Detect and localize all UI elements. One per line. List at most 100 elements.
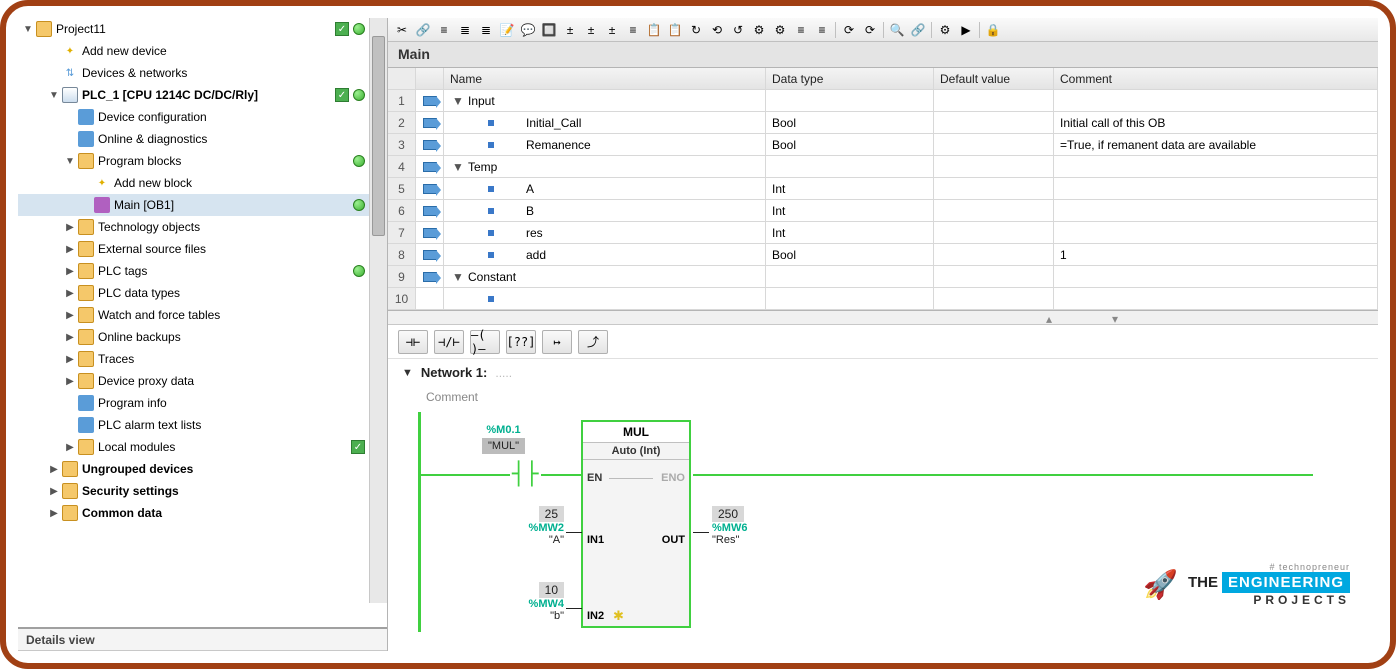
tree-item[interactable]: ▶Online backups	[18, 326, 387, 348]
project-tree-panel: ▼Project11✓ ✦Add new device⇅Devices & ne…	[18, 18, 388, 651]
ladder-tool-button[interactable]: ⊣⊢	[398, 330, 428, 354]
toolbar-button[interactable]: ↺	[728, 21, 748, 39]
tree-item[interactable]: PLC alarm text lists	[18, 414, 387, 436]
toolbar-button[interactable]: 🔲	[539, 21, 559, 39]
port-eno: ENO	[661, 472, 685, 484]
tag-icon	[423, 250, 437, 260]
toolbar-button[interactable]: ≡	[812, 21, 832, 39]
tree-item[interactable]: ▶PLC tags	[18, 260, 387, 282]
editor-panel: ✂🔗≡≣≣📝💬🔲±±±≡📋📋↻⟲↺⚙⚙≡≡⟳⟳🔍🔗⚙▶🔒 Main Name D…	[388, 18, 1378, 651]
tree-item[interactable]: ▶Watch and force tables	[18, 304, 387, 326]
toolbar-button[interactable]: ⚙	[749, 21, 769, 39]
tree-item[interactable]: ▶PLC data types	[18, 282, 387, 304]
toolbar-button[interactable]: ≣	[455, 21, 475, 39]
watermark-logo: 🚀 # technopreneur THE ENGINEERING PROJEC…	[1143, 562, 1350, 607]
toolbar-button[interactable]: ▶	[956, 21, 976, 39]
toolbar-button[interactable]: ±	[560, 21, 580, 39]
var-row[interactable]: 8 add Bool 1	[388, 244, 1378, 266]
ladder-tool-button[interactable]: [??]	[506, 330, 536, 354]
tree-item[interactable]: ▶Technology objects	[18, 216, 387, 238]
var-row[interactable]: 7 res Int	[388, 222, 1378, 244]
in1-address: %MW2	[510, 522, 564, 534]
tree-root[interactable]: ▼Project11✓	[18, 18, 387, 40]
project-tree[interactable]: ▼Project11✓ ✦Add new device⇅Devices & ne…	[18, 18, 387, 627]
tree-item[interactable]: Device configuration	[18, 106, 387, 128]
tree-item[interactable]: ▼Program blocks	[18, 150, 387, 172]
no-contact-icon[interactable]: ┤├	[510, 462, 541, 487]
tag-icon	[423, 140, 437, 150]
toolbar-button[interactable]: ✂	[392, 21, 412, 39]
variable-table[interactable]: Name Data type Default value Comment 1 ▼…	[388, 68, 1378, 311]
tree-item[interactable]: ▶Traces	[18, 348, 387, 370]
col-name: Name	[444, 68, 766, 89]
var-row[interactable]: 9 ▼Constant	[388, 266, 1378, 288]
mul-block[interactable]: MUL Auto (Int) EN ENO IN1 OUT IN2 ✱	[581, 420, 691, 628]
var-row[interactable]: 4 ▼Temp	[388, 156, 1378, 178]
tree-item[interactable]: ▶Device proxy data	[18, 370, 387, 392]
ladder-tool-button[interactable]: ⊣/⊢	[434, 330, 464, 354]
toolbar-button[interactable]: 🔗	[908, 21, 928, 39]
port-in1: IN1	[587, 534, 604, 546]
toolbar-button[interactable]: 💬	[518, 21, 538, 39]
tree-item[interactable]: ▶Ungrouped devices	[18, 458, 387, 480]
tree-item[interactable]: ▶Security settings	[18, 480, 387, 502]
toolbar-button[interactable]: 📋	[644, 21, 664, 39]
toolbar-button[interactable]: 🔍	[887, 21, 907, 39]
var-row[interactable]: 10	[388, 288, 1378, 310]
var-row[interactable]: 6 B Int	[388, 200, 1378, 222]
tag-icon	[423, 96, 437, 106]
tree-item[interactable]: Main [OB1]	[18, 194, 387, 216]
col-default: Default value	[934, 68, 1054, 89]
toolbar-button[interactable]: ⟳	[839, 21, 859, 39]
tree-scrollbar[interactable]	[369, 18, 387, 603]
toolbar-button[interactable]: ⚙	[770, 21, 790, 39]
tag-icon	[423, 206, 437, 216]
network-header[interactable]: ▼ Network 1: .....	[388, 359, 1378, 386]
var-row[interactable]: 2 Initial_Call Bool Initial call of this…	[388, 112, 1378, 134]
in2-value: 10	[539, 582, 564, 598]
tree-item[interactable]: Online & diagnostics	[18, 128, 387, 150]
out-address: %MW6	[712, 522, 747, 534]
details-view-bar[interactable]: Details view	[18, 627, 387, 651]
var-row[interactable]: 3 Remanence Bool =True, if remanent data…	[388, 134, 1378, 156]
network-expand-icon[interactable]: ▼	[402, 367, 413, 379]
toolbar-button[interactable]: 🔒	[983, 21, 1003, 39]
ladder-tool-button[interactable]: –( )–	[470, 330, 500, 354]
tree-item[interactable]: ▶Common data	[18, 502, 387, 524]
toolbar-button[interactable]: ±	[602, 21, 622, 39]
var-row[interactable]: 5 A Int	[388, 178, 1378, 200]
toolbar-button[interactable]: ⟲	[707, 21, 727, 39]
network-title: Network 1:	[421, 365, 487, 380]
toolbar-button[interactable]: ≣	[476, 21, 496, 39]
tree-item[interactable]: ▶External source files	[18, 238, 387, 260]
toolbar-button[interactable]: 📝	[497, 21, 517, 39]
var-row[interactable]: 1 ▼Input	[388, 90, 1378, 112]
tree-item[interactable]: Program info	[18, 392, 387, 414]
splitter[interactable]: ▴▾	[388, 311, 1378, 325]
toolbar-button[interactable]: 🔗	[413, 21, 433, 39]
ladder-tool-button[interactable]: ⤴	[578, 330, 608, 354]
tree-item[interactable]: ✦Add new device	[18, 40, 387, 62]
ladder-toolbar: ⊣⊢⊣/⊢–( )–[??]↦⤴	[388, 325, 1378, 359]
network-comment[interactable]: Comment	[388, 386, 1378, 412]
contact-address: %M0.1	[482, 424, 525, 436]
toolbar-button[interactable]: ⚙	[935, 21, 955, 39]
tree-item[interactable]: ⇅Devices & networks	[18, 62, 387, 84]
toolbar-button[interactable]: 📋	[665, 21, 685, 39]
tag-icon	[423, 118, 437, 128]
tree-item[interactable]: ▼PLC_1 [CPU 1214C DC/DC/Rly]✓	[18, 84, 387, 106]
toolbar-button[interactable]: ≡	[623, 21, 643, 39]
in2-label: "b"	[510, 610, 564, 622]
ladder-tool-button[interactable]: ↦	[542, 330, 572, 354]
star-icon: ✱	[613, 608, 624, 624]
toolbar-button[interactable]: ≡	[434, 21, 454, 39]
toolbar-button[interactable]: ↻	[686, 21, 706, 39]
block-title: Main	[388, 42, 1378, 68]
toolbar-button[interactable]: ≡	[791, 21, 811, 39]
toolbar-button[interactable]: ⟳	[860, 21, 880, 39]
port-out: OUT	[662, 534, 685, 546]
tree-item[interactable]: ▶Local modules✓	[18, 436, 387, 458]
tag-icon	[423, 184, 437, 194]
tree-item[interactable]: ✦Add new block	[18, 172, 387, 194]
toolbar-button[interactable]: ±	[581, 21, 601, 39]
